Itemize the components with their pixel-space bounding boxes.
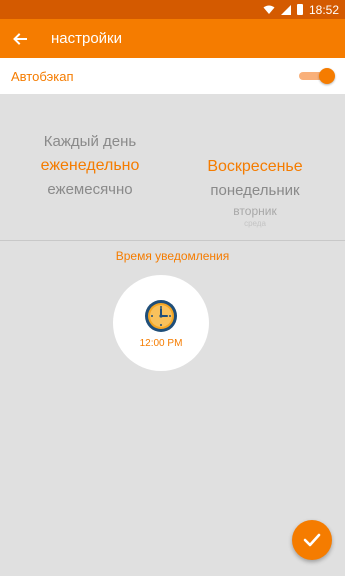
day-picker[interactable]: Воскресенье понедельник вторник среда [185,155,325,229]
page-title: настройки [51,30,123,47]
frequency-picker[interactable]: Каждый день еженедельно ежемесячно [20,130,160,202]
notification-time-button[interactable]: 12:00 PM [113,275,209,371]
day-option-selected[interactable]: Воскресенье [185,155,325,179]
frequency-option-daily[interactable]: Каждый день [20,130,160,154]
frequency-option-monthly[interactable]: ежемесячно [20,178,160,202]
notification-time-label: Время уведомления [115,249,230,263]
divider [0,240,345,241]
day-option-wednesday[interactable]: среда [185,219,325,229]
arrow-back-icon [13,32,27,45]
status-bar: 18:52 [0,0,345,19]
confirm-button[interactable] [292,520,332,560]
status-time: 18:52 [308,2,339,17]
day-option-tuesday[interactable]: вторник [185,203,325,219]
app-bar: настройки [0,19,345,58]
clock-icon [145,299,177,332]
autobackup-toggle[interactable] [299,68,335,84]
wifi-icon [263,5,275,14]
back-button[interactable] [0,19,40,58]
autobackup-row[interactable]: Автобэкап [0,58,345,94]
toggle-thumb [319,68,335,84]
signal-icon [280,4,291,15]
autobackup-label: Автобэкап [11,68,74,84]
frequency-option-selected[interactable]: еженедельно [20,154,160,178]
battery-icon [296,4,303,15]
notification-time-value: 12:00 PM [139,337,183,349]
day-option-monday[interactable]: понедельник [185,179,325,203]
checkmark-icon [303,533,321,547]
